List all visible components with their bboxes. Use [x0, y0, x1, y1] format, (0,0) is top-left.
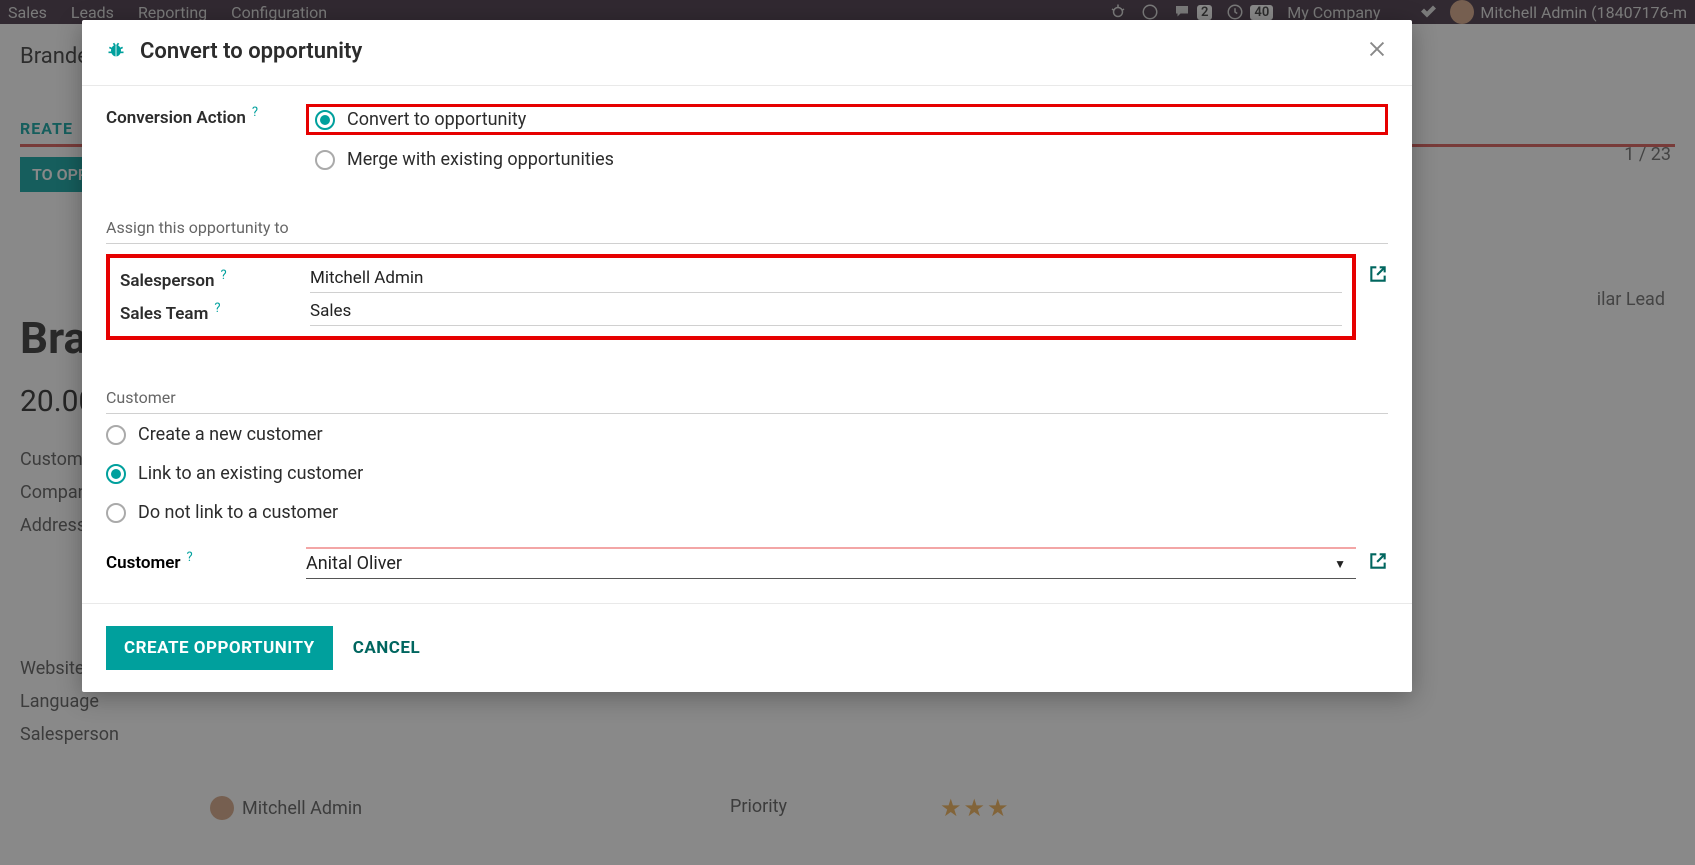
radio-nolink-customer[interactable]: Do not link to a customer	[106, 502, 1388, 523]
external-link-icon[interactable]	[1368, 264, 1388, 289]
salesperson-input[interactable]: Mitchell Admin	[310, 268, 1342, 293]
wrench-icon[interactable]	[1418, 1, 1436, 23]
chat-icon[interactable]: 2	[1173, 3, 1212, 21]
clock-count: 40	[1250, 5, 1273, 20]
help-icon[interactable]: ?	[187, 550, 193, 565]
salesteam-label: Sales Team ?	[120, 304, 310, 324]
bug-icon[interactable]	[106, 39, 126, 65]
create-opportunity-button[interactable]: CREATE OPPORTUNITY	[106, 626, 333, 670]
customer-input[interactable]: Anital Oliver ▼	[306, 547, 1356, 579]
company-switcher[interactable]: My Company	[1287, 3, 1380, 22]
customer-section-header: Customer	[106, 388, 1388, 414]
radio-convert-to-opportunity[interactable]: Convert to opportunity	[315, 109, 526, 130]
highlight-box-assign: Salesperson ? Mitchell Admin Sales Team …	[106, 254, 1356, 340]
convert-modal: Convert to opportunity Conversion Action…	[82, 20, 1412, 692]
nav-configuration[interactable]: Configuration	[231, 3, 327, 22]
pager: 1 / 23	[1624, 144, 1671, 165]
conversion-action-row: Conversion Action ? Convert to opportuni…	[106, 104, 1388, 170]
radio-link-customer[interactable]: Link to an existing customer	[106, 463, 1388, 484]
salesteam-input[interactable]: Sales	[310, 301, 1342, 326]
assign-section-header: Assign this opportunity to	[106, 218, 1388, 244]
radio-unchecked-icon	[315, 150, 335, 170]
clock-icon[interactable]: 40	[1226, 3, 1273, 21]
radio-nolink-label: Do not link to a customer	[138, 502, 338, 523]
help-icon[interactable]: ?	[214, 301, 220, 316]
help-icon[interactable]: ?	[252, 105, 258, 120]
radio-create-customer[interactable]: Create a new customer	[106, 424, 1388, 445]
radio-convert-label: Convert to opportunity	[347, 109, 526, 130]
help-icon[interactable]: ?	[221, 268, 227, 283]
bg-salesperson-value: Mitchell Admin	[210, 796, 362, 820]
radio-checked-icon	[106, 464, 126, 484]
radio-merge-opportunities[interactable]: Merge with existing opportunities	[306, 149, 1388, 170]
modal-footer: CREATE OPPORTUNITY CANCEL	[82, 603, 1412, 692]
priority-stars: ★★★	[940, 794, 1011, 822]
salesperson-label: Salesperson ?	[120, 271, 310, 291]
bg-salesperson-label: Salesperson	[20, 724, 1675, 745]
salesteam-row: Sales Team ? Sales	[120, 297, 1342, 330]
modal-header: Convert to opportunity	[82, 20, 1412, 86]
cancel-button[interactable]: CANCEL	[353, 638, 420, 658]
avatar-small	[210, 796, 234, 820]
customer-input-value: Anital Oliver	[306, 553, 1324, 574]
bug-icon[interactable]	[1109, 3, 1127, 21]
customer-label: Customer ?	[106, 553, 306, 573]
modal-title: Convert to opportunity	[106, 39, 1366, 65]
customer-row: Customer ? Anital Oliver ▼	[106, 547, 1388, 579]
modal-title-text: Convert to opportunity	[140, 39, 362, 64]
nav-sales[interactable]: Sales	[8, 3, 47, 22]
close-icon[interactable]	[1366, 38, 1388, 65]
chevron-down-icon[interactable]: ▼	[1324, 557, 1356, 571]
avatar	[1450, 0, 1474, 24]
highlight-box-convert: Convert to opportunity	[306, 104, 1388, 135]
support-icon[interactable]	[1141, 3, 1159, 21]
bg-priority-label: Priority	[730, 796, 787, 817]
bg-language-label: Language	[20, 691, 1675, 712]
radio-unchecked-icon	[106, 425, 126, 445]
nav-leads[interactable]: Leads	[71, 3, 114, 22]
salesperson-row: Salesperson ? Mitchell Admin	[120, 264, 1342, 297]
external-link-icon[interactable]	[1368, 551, 1388, 576]
user-menu[interactable]: Mitchell Admin (18407176-m	[1450, 0, 1687, 24]
radio-unchecked-icon	[106, 503, 126, 523]
radio-create-label: Create a new customer	[138, 424, 323, 445]
modal-body: Conversion Action ? Convert to opportuni…	[82, 86, 1412, 603]
chat-count: 2	[1197, 5, 1212, 20]
conversion-action-label: Conversion Action ?	[106, 104, 306, 128]
similar-lead-link: ilar Lead	[1597, 289, 1665, 310]
radio-link-label: Link to an existing customer	[138, 463, 363, 484]
nav-reporting[interactable]: Reporting	[138, 3, 207, 22]
radio-merge-label: Merge with existing opportunities	[347, 149, 614, 170]
user-name: Mitchell Admin (18407176-m	[1480, 3, 1687, 22]
radio-checked-icon	[315, 110, 335, 130]
